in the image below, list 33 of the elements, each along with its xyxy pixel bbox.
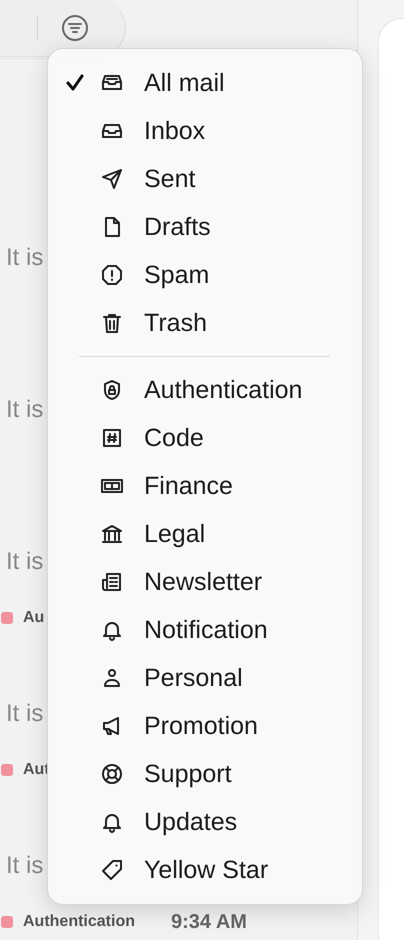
- menu-item[interactable]: Code: [48, 414, 362, 462]
- label-name: Authentication: [23, 913, 135, 931]
- menu-item[interactable]: Drafts: [48, 203, 362, 251]
- menu-item[interactable]: All mail: [48, 59, 362, 107]
- menu-item[interactable]: Updates: [48, 798, 362, 846]
- message-time: 9:34 AM: [171, 910, 247, 934]
- menu-item[interactable]: Personal: [48, 654, 362, 702]
- tag-icon: [100, 858, 124, 882]
- message-preview: It is: [5, 699, 44, 729]
- menu-item[interactable]: Inbox: [48, 107, 362, 155]
- menu-item[interactable]: Sent: [48, 155, 362, 203]
- filter-button[interactable]: [60, 12, 90, 42]
- label-name: Au: [23, 609, 44, 627]
- menu-item[interactable]: Trash: [48, 299, 362, 347]
- menu-item[interactable]: Notification: [48, 606, 362, 654]
- lifebuoy-icon: [100, 762, 124, 786]
- menu-item[interactable]: Spam: [48, 251, 362, 299]
- newspaper-icon: [100, 570, 124, 594]
- message-preview: It is: [5, 395, 44, 425]
- paper-plane-icon: [100, 167, 124, 191]
- menu-item[interactable]: Yellow Star: [48, 846, 362, 894]
- menu-item[interactable]: Authentication: [48, 366, 362, 414]
- menu-item[interactable]: Promotion: [48, 702, 362, 750]
- menu-item[interactable]: Finance: [48, 462, 362, 510]
- menu-item[interactable]: Newsletter: [48, 558, 362, 606]
- message-preview: It is: [5, 547, 44, 577]
- message-preview: It is: [5, 851, 44, 881]
- menu-item[interactable]: Legal: [48, 510, 362, 558]
- alert-octagon-icon: [100, 263, 124, 287]
- trash-icon: [100, 311, 124, 335]
- bank-building-icon: [100, 522, 124, 546]
- message-preview: It is: [5, 243, 44, 273]
- menu-item[interactable]: Support: [48, 750, 362, 798]
